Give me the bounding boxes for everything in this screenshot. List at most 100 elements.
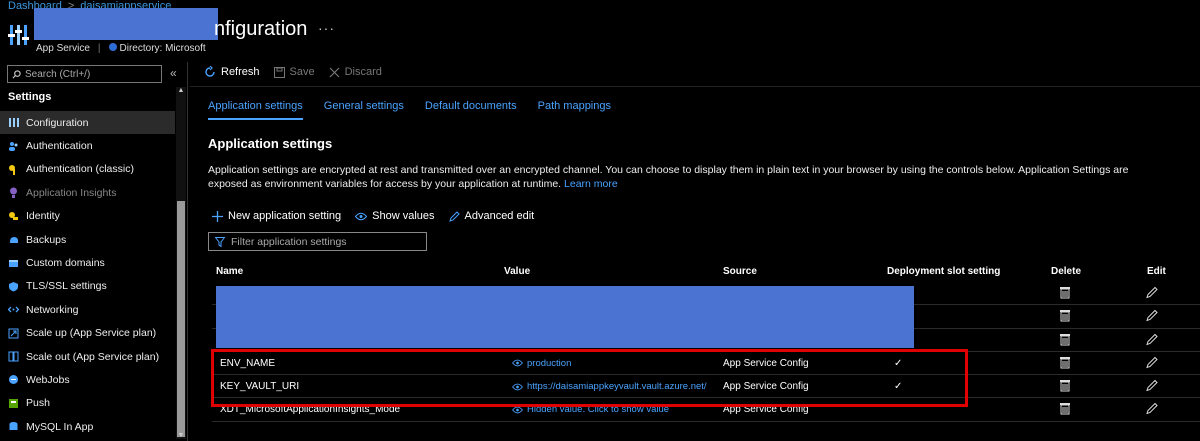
tab-path-mappings[interactable]: Path mappings: [538, 100, 611, 120]
sidebar-item-label: Backups: [26, 233, 67, 246]
tab-default-documents[interactable]: Default documents: [425, 100, 517, 120]
trash-icon[interactable]: [1059, 309, 1071, 322]
directory-icon: [108, 43, 117, 51]
sidebar-item-mysql-in-app[interactable]: MySQL In App: [0, 415, 175, 438]
shield-icon: [9, 281, 18, 292]
sidebar-item-scale-out[interactable]: Scale out (App Service plan): [0, 345, 175, 368]
new-setting-label: New application setting: [228, 210, 342, 222]
domain-icon: [9, 259, 18, 267]
sidebar-item-label: Identity: [26, 210, 60, 223]
pencil-icon[interactable]: [1146, 333, 1158, 346]
learn-more-link[interactable]: Learn more: [564, 178, 618, 190]
sidebar-item-push[interactable]: Push: [0, 392, 175, 415]
save-icon: [273, 66, 285, 78]
redacted-table-region: [216, 286, 914, 348]
advanced-edit-label: Advanced edit: [464, 210, 535, 222]
more-options-button[interactable]: ···: [318, 20, 335, 36]
sidebar-menu: Configuration Authentication Authenticat…: [0, 111, 175, 438]
sidebar-item-label: TLS/SSL settings: [26, 280, 107, 293]
sidebar-item-custom-domains[interactable]: Custom domains: [0, 251, 175, 274]
trash-icon[interactable]: [1059, 356, 1071, 369]
pencil-icon[interactable]: [1146, 286, 1158, 299]
discard-label: Discard: [344, 66, 382, 78]
scale-out-icon: [8, 351, 19, 362]
sidebar-item-tls-ssl[interactable]: TLS/SSL settings: [0, 275, 175, 298]
sidebar-item-identity[interactable]: Identity: [0, 205, 175, 228]
mysql-icon: [9, 422, 18, 431]
plus-icon: [212, 210, 223, 222]
pencil-icon[interactable]: [1146, 402, 1158, 415]
sidebar: Search (Ctrl+/) « Settings Configuration…: [0, 62, 188, 441]
pencil-icon: [448, 210, 460, 222]
pencil-icon[interactable]: [1146, 309, 1158, 322]
resource-type: App Service: [36, 43, 90, 54]
sidebar-item-label: Authentication: [26, 140, 93, 153]
scroll-up-arrow[interactable]: ▲: [177, 87, 185, 94]
sidebar-search-input[interactable]: Search (Ctrl+/): [7, 65, 162, 83]
show-values-label: Show values: [372, 210, 435, 222]
sidebar-item-label: Scale up (App Service plan): [26, 327, 157, 340]
sidebar-scrollbar[interactable]: ▲ ▼: [176, 87, 186, 439]
show-values-button[interactable]: Show values: [355, 210, 435, 222]
sidebar-item-webjobs[interactable]: WebJobs: [0, 368, 175, 391]
column-name[interactable]: Name: [216, 266, 243, 277]
filter-settings-input[interactable]: Filter application settings: [208, 232, 427, 251]
sidebar-item-scale-up[interactable]: Scale up (App Service plan): [0, 322, 175, 345]
discard-button[interactable]: Discard: [329, 66, 382, 78]
sidebar-item-configuration[interactable]: Configuration: [0, 111, 175, 135]
scale-up-icon: [8, 328, 19, 339]
advanced-edit-button[interactable]: Advanced edit: [448, 210, 535, 222]
filter-icon: [215, 236, 225, 247]
sidebar-item-label: Configuration: [26, 116, 89, 129]
pencil-icon[interactable]: [1146, 379, 1158, 392]
tab-application-settings[interactable]: Application settings: [208, 100, 303, 120]
page-title: nfiguration: [214, 18, 308, 40]
backup-icon: [10, 237, 18, 244]
sidebar-item-label: Scale out (App Service plan): [26, 350, 160, 363]
trash-icon[interactable]: [1059, 402, 1071, 415]
people-icon: [9, 141, 18, 151]
column-source[interactable]: Source: [723, 266, 757, 277]
sidebar-item-networking[interactable]: Networking: [0, 298, 175, 321]
push-icon: [9, 398, 18, 408]
column-value[interactable]: Value: [504, 266, 530, 277]
column-deployment-slot[interactable]: Deployment slot setting: [887, 266, 1000, 277]
trash-icon[interactable]: [1059, 333, 1071, 346]
directory-info: Directory: Microsoft: [108, 43, 206, 54]
sidebar-item-authentication-classic[interactable]: Authentication (classic): [0, 158, 175, 181]
config-tabs: Application settings General settings De…: [208, 100, 611, 120]
trash-icon[interactable]: [1059, 379, 1071, 392]
sidebar-item-label: Push: [26, 397, 50, 410]
sidebar-item-authentication[interactable]: Authentication: [0, 134, 175, 157]
network-icon: [8, 306, 19, 313]
trash-icon[interactable]: [1059, 286, 1071, 299]
webjobs-icon: [9, 375, 18, 385]
eye-icon: [512, 406, 523, 414]
tab-general-settings[interactable]: General settings: [324, 100, 404, 120]
column-delete: Delete: [1051, 266, 1082, 277]
column-edit: Edit: [1147, 266, 1166, 277]
sidebar-item-application-insights[interactable]: Application Insights: [0, 181, 175, 204]
save-button[interactable]: Save: [273, 66, 315, 78]
save-label: Save: [289, 66, 315, 78]
new-application-setting-button[interactable]: New application setting: [212, 210, 341, 222]
subtitle-divider: |: [97, 43, 101, 54]
redacted-resource-name: [34, 8, 218, 40]
sidebar-item-backups[interactable]: Backups: [0, 228, 175, 251]
sidebar-item-label: WebJobs: [26, 373, 70, 386]
header: Dashboard > daisamiappservice nfiguratio…: [0, 0, 1200, 62]
filter-placeholder: Filter application settings: [231, 235, 347, 248]
refresh-button[interactable]: Refresh: [204, 66, 260, 78]
sidebar-item-label: Application Insights: [26, 186, 117, 199]
collapse-sidebar-button[interactable]: «: [170, 66, 177, 80]
sidebar-item-label: Authentication (classic): [26, 163, 134, 176]
identity-icon: [9, 211, 18, 220]
scrollbar-thumb[interactable]: [177, 201, 185, 437]
pencil-icon[interactable]: [1146, 356, 1158, 369]
scroll-down-arrow[interactable]: ▼: [177, 432, 185, 439]
refresh-label: Refresh: [221, 66, 260, 78]
section-title: Application settings: [208, 136, 333, 151]
command-toolbar: Refresh Save Discard: [204, 66, 382, 78]
search-placeholder: Search (Ctrl+/): [25, 68, 91, 80]
toolbar-divider: [190, 86, 1200, 87]
